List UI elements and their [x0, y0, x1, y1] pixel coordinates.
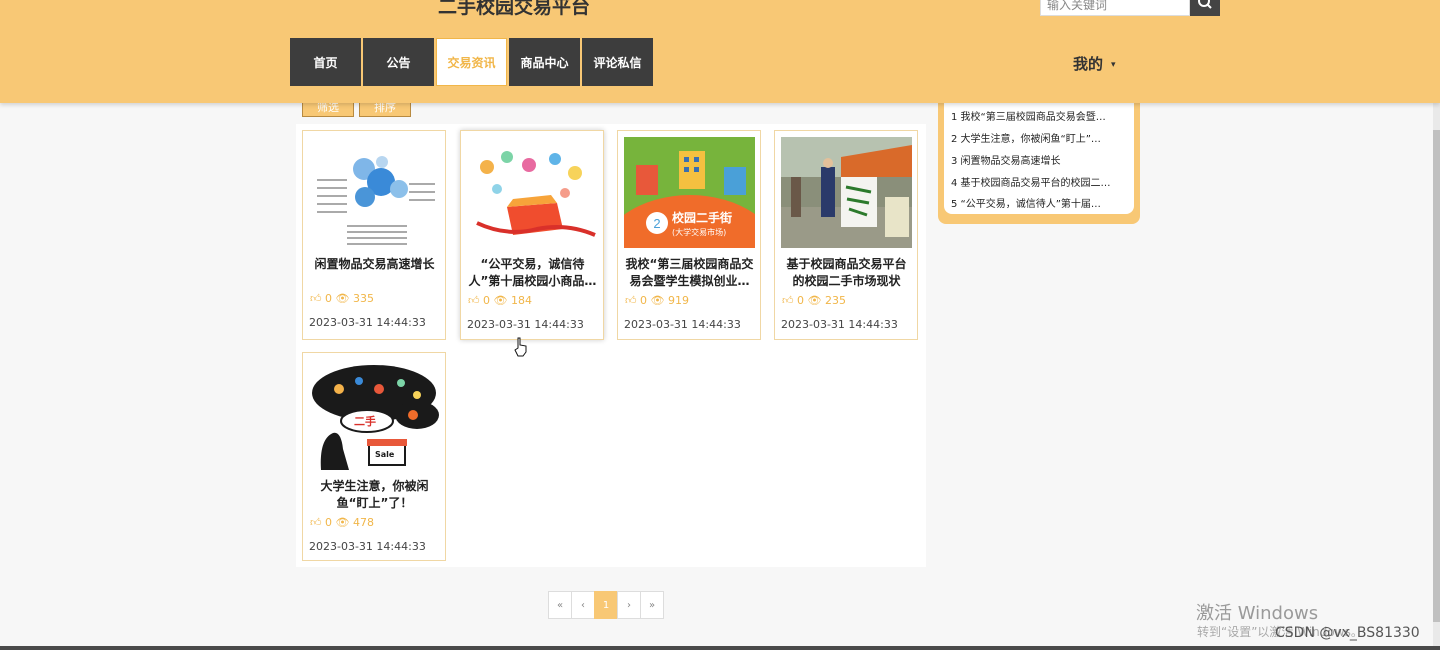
hot-news-item[interactable]: 3 闲置物品交易高速增长: [951, 152, 1126, 167]
thumb-subcaption: (大学交易市场): [672, 228, 727, 237]
nav-comments-messages[interactable]: 评论私信: [582, 38, 653, 86]
news-stats: 👍︎ 0 👁︎ 478: [310, 516, 374, 529]
news-card[interactable]: 闲置物品交易高速增长 👍︎ 0 👁︎ 335 2023-03-31 14:44:…: [302, 130, 446, 340]
search-button[interactable]: [1190, 0, 1220, 16]
eye-icon: 👁︎: [650, 294, 665, 307]
thumb-caption: 校园二手街: [672, 211, 733, 225]
news-thumbnail: 二手 Sale: [309, 359, 440, 470]
user-menu-label: 我的: [1073, 55, 1104, 73]
page-1-button[interactable]: 1: [594, 591, 618, 619]
hot-news-item[interactable]: 1 我校“第三届校园商品交易会暨…: [951, 108, 1126, 123]
like-count: 0: [325, 516, 332, 529]
news-date: 2023-03-31 14:44:33: [467, 318, 584, 331]
hot-news-list: 1 我校“第三届校园商品交易会暨… 2 大学生注意，你被闲鱼“盯上”… 3 闲置…: [944, 86, 1134, 214]
news-thumbnail: [781, 137, 912, 248]
news-title: 我校“第三届校园商品交易会暨学生模拟创业…: [625, 257, 754, 288]
view-count: 919: [667, 294, 689, 307]
site-header: 二手校园交易平台 输入关键词 首页 公告 交易资讯 商品中心 评论私信 我的 ▾: [0, 0, 1440, 103]
news-grid: 闲置物品交易高速增长 👍︎ 0 👁︎ 335 2023-03-31 14:44:…: [296, 124, 926, 567]
mouse-cursor-icon: [514, 337, 527, 357]
news-card[interactable]: “公平交易，诚信待人”第十届校园小商品… 👍︎ 0 👁︎ 184 2023-03…: [460, 130, 604, 340]
scrollbar-thumb[interactable]: [1433, 130, 1440, 622]
news-thumbnail: [309, 137, 440, 248]
taskbar-edge: [0, 646, 1440, 650]
news-stats: 👍︎ 0 👁︎ 335: [310, 292, 374, 305]
nav-trade-news[interactable]: 交易资讯: [436, 38, 507, 86]
news-title: 闲置物品交易高速增长: [314, 257, 435, 271]
last-page-button[interactable]: »: [640, 591, 664, 619]
svg-text:2: 2: [653, 216, 660, 231]
news-card[interactable]: 基于校园商品交易平台的校园二手市场现状 👍︎ 0 👁︎ 235 2023-03-…: [774, 130, 918, 340]
thumbs-up-icon: 👍︎: [782, 294, 794, 307]
search-input[interactable]: 输入关键词: [1040, 0, 1190, 16]
like-count: 0: [483, 294, 490, 307]
news-title: 基于校园商品交易平台的校园二手市场现状: [786, 257, 907, 288]
main-nav: 首页 公告 交易资讯 商品中心 评论私信: [290, 38, 653, 86]
news-date: 2023-03-31 14:44:33: [781, 318, 898, 331]
prev-page-button[interactable]: ‹: [571, 591, 595, 619]
thumb-sale-label: Sale: [375, 450, 395, 459]
news-title: “公平交易，诚信待人”第十届校园小商品…: [468, 257, 597, 288]
news-card[interactable]: 二手 Sale 大学生注意，你被闲鱼“盯上”了！ 👍︎ 0 👁︎ 478 202…: [302, 352, 446, 561]
thumbs-up-icon: 👍︎: [468, 294, 480, 307]
news-date: 2023-03-31 14:44:33: [309, 540, 426, 553]
view-count: 478: [352, 516, 374, 529]
chevron-down-icon: ▾: [1111, 59, 1116, 70]
news-title: 大学生注意，你被闲鱼“盯上”了！: [320, 479, 429, 510]
news-thumbnail: [467, 137, 598, 248]
view-count: 184: [510, 294, 532, 307]
site-title: 二手校园交易平台: [438, 0, 591, 18]
thumbs-up-icon: 👍︎: [310, 292, 322, 305]
eye-icon: 👁︎: [807, 294, 822, 307]
eye-icon: 👁︎: [335, 292, 350, 305]
news-stats: 👍︎ 0 👁︎ 184: [468, 294, 532, 307]
thumbs-up-icon: 👍︎: [310, 516, 322, 529]
csdn-watermark: CSDN @vx_BS81330: [1275, 625, 1420, 641]
eye-icon: 👁︎: [335, 516, 350, 529]
view-count: 235: [824, 294, 846, 307]
hot-news-item[interactable]: 4 基于校园商品交易平台的校园二…: [951, 174, 1126, 189]
nav-notice[interactable]: 公告: [363, 38, 434, 86]
nav-goods-center[interactable]: 商品中心: [509, 38, 580, 86]
eye-icon: 👁︎: [493, 294, 508, 307]
like-count: 0: [640, 294, 647, 307]
news-thumbnail: 2 校园二手街 (大学交易市场): [624, 137, 755, 248]
windows-activation-title: 激活 Windows: [1196, 603, 1319, 624]
next-page-button[interactable]: ›: [617, 591, 641, 619]
view-count: 335: [352, 292, 374, 305]
news-stats: 👍︎ 0 👁︎ 919: [625, 294, 689, 307]
like-count: 0: [797, 294, 804, 307]
hot-news-item[interactable]: 5 “公平交易，诚信待人”第十届…: [951, 195, 1126, 210]
news-date: 2023-03-31 14:44:33: [624, 318, 741, 331]
hot-news-item[interactable]: 2 大学生注意，你被闲鱼“盯上”…: [951, 130, 1126, 145]
nav-home[interactable]: 首页: [290, 38, 361, 86]
like-count: 0: [325, 292, 332, 305]
news-date: 2023-03-31 14:44:33: [309, 316, 426, 329]
search-icon: [1198, 0, 1212, 9]
pagination: « ‹ 1 › »: [548, 591, 664, 619]
thumbs-up-icon: 👍︎: [625, 294, 637, 307]
user-menu[interactable]: 我的 ▾: [1073, 53, 1116, 74]
thumb-caption: 二手: [354, 415, 376, 428]
news-stats: 👍︎ 0 👁︎ 235: [782, 294, 846, 307]
first-page-button[interactable]: «: [548, 591, 572, 619]
news-card[interactable]: 2 校园二手街 (大学交易市场) 我校“第三届校园商品交易会暨学生模拟创业… 👍…: [617, 130, 761, 340]
